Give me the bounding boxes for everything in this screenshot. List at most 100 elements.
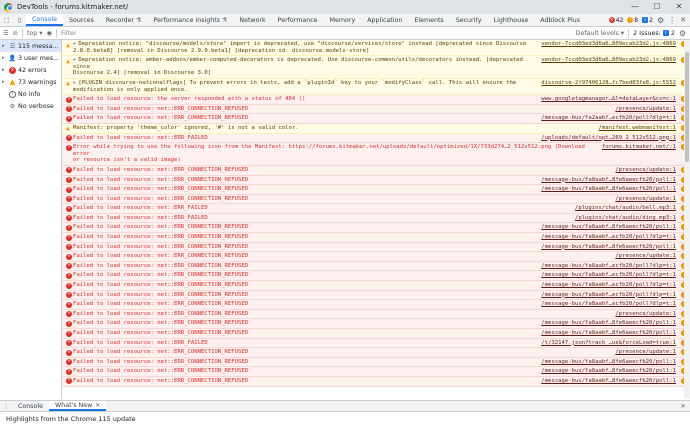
more-options-icon[interactable]: ⋮	[668, 16, 676, 25]
device-toolbar-icon[interactable]: ▯	[13, 14, 26, 26]
message-source-link[interactable]: /message-bus/fa8aabf…ecfb20/poll?dlp=t:1	[541, 262, 676, 271]
message-source-link[interactable]: /message-bus/fa8aabf…8fe6aeecfb20/poll:1	[541, 223, 676, 232]
console-message-warning[interactable]: ▲ ▸ Deprecation notice: ember-addons/ember…	[62, 56, 690, 79]
message-source-link[interactable]: /presence/update:1	[615, 166, 676, 175]
expand-arrow-icon[interactable]: ▸	[2, 43, 7, 49]
message-source-link[interactable]: forums.kitmaker.net/:1	[602, 143, 676, 165]
message-source-link[interactable]: /manifest.webmanifest:1	[599, 124, 676, 133]
console-message-warning[interactable]: ▲ ▸ Deprecation notice: "discourse/models/…	[62, 40, 690, 57]
message-source-link[interactable]: /message-bus/fa8aabf…8fe6aeecfb20/poll:1	[541, 176, 676, 185]
console-message-error[interactable]: × Failed to load resource: net::ERR_CONNE…	[62, 357, 690, 368]
tab-adblock-plus[interactable]: Adblock Plus	[534, 14, 586, 26]
tab-security[interactable]: Security	[450, 14, 488, 26]
console-message-error[interactable]: × Failed to load resource: net::ERR_CONNE…	[62, 329, 690, 339]
message-source-link[interactable]: /message-bus/fa8aabf…8fe6aeecfb20/poll:1	[541, 185, 676, 194]
sidebar-item-info[interactable]: i No info	[0, 88, 61, 100]
tab-recorder[interactable]: Recorder ⚗	[100, 14, 148, 26]
expand-arrow-icon[interactable]: ▸	[2, 55, 7, 61]
expand-caret-icon[interactable]: ▸	[73, 80, 76, 86]
close-tab-icon[interactable]: ✕	[95, 402, 100, 409]
live-expression-eye-icon[interactable]: ◉	[46, 30, 52, 37]
drawer-menu-icon[interactable]: ⋮	[0, 401, 12, 411]
tab-performance[interactable]: Performance	[272, 14, 324, 26]
expand-arrow-icon[interactable]: ▸	[2, 67, 7, 73]
expand-caret-icon[interactable]: ▸	[73, 41, 76, 47]
console-message-error[interactable]: × Failed to load resource: net::ERR_CONNE…	[62, 300, 690, 310]
sidebar-item-verbose[interactable]: ⚙ No verbose	[0, 100, 61, 112]
console-message-error[interactable]: × Failed to load resource: net::ERR_CONNE…	[62, 281, 690, 291]
context-selector[interactable]: top ▾	[27, 30, 43, 37]
filter-input[interactable]	[60, 28, 572, 38]
close-window-button[interactable]: ✕	[668, 0, 690, 14]
console-message-error[interactable]: × Failed to load resource: net::ERR_CONNE…	[62, 185, 690, 195]
info-count-badge[interactable]: i2	[642, 17, 653, 24]
console-message-error[interactable]: × Failed to load resource: net::ERR_CONNE…	[62, 376, 690, 387]
message-source-link[interactable]: /message-bus/fa8aabf…ecfb20/poll?dlp=t:1	[541, 300, 676, 309]
message-source-link[interactable]: /message-bus/fa8aabf…ecfb20/poll?dlp=t:1	[541, 281, 676, 290]
tab-memory[interactable]: Memory	[324, 14, 362, 26]
sidebar-item-error[interactable]: ▸ × 42 errors	[0, 64, 61, 76]
message-source-link[interactable]: /message-bus/fa2aabf…ecfb20/poll?dlp=t:1	[541, 114, 676, 123]
message-source-link[interactable]: /t/32147.json?track_…ue&forceLoad=true:1	[541, 339, 676, 348]
console-message-error[interactable]: × Error while trying to use the following…	[62, 143, 690, 166]
console-message-warning[interactable]: ▲ Manifest: property 'theme_color' ignore…	[62, 123, 690, 134]
scrollbar-thumb[interactable]	[685, 52, 689, 162]
console-message-error[interactable]: × Failed to load resource: net::ERR_CONNE…	[62, 271, 690, 282]
message-source-link[interactable]: /message-bus/fa8aabf…8fe6aeecfb20/poll:1	[541, 319, 676, 328]
message-source-link[interactable]: /message-bus/fa8aabf…8fe6aeecfb20/poll:1	[541, 329, 676, 338]
message-source-link[interactable]: /message-bus/fa8aabf…ecfb20/poll?dlp=t:1	[541, 271, 676, 280]
console-message-error[interactable]: × Failed to load resource: net::ERR_CONNE…	[62, 367, 690, 377]
sidebar-item-user[interactable]: ▸ 👤 3 user mes...	[0, 52, 61, 64]
message-source-link[interactable]: www.googletagmanager…&l=dataLayer&cx=c:1	[541, 95, 676, 104]
tab-lighthouse[interactable]: Lighthouse	[488, 14, 535, 26]
drawer-tab-what-s-new[interactable]: What's New ✕	[49, 401, 107, 411]
console-message-error[interactable]: × Failed to load resource: net::ERR_CONNE…	[62, 261, 690, 272]
sidebar-item-warning[interactable]: ▸ ▲ 73 warnings	[0, 76, 61, 88]
message-source-link[interactable]: /message-bus/fa8aabf…8fe6aeecfb20/poll:1	[541, 243, 676, 252]
tab-performance-insights[interactable]: Performance insights ⚗	[148, 14, 234, 26]
console-message-error[interactable]: × Failed to load resource: net::ERR_CONNE…	[62, 194, 690, 205]
console-message-error[interactable]: × Failed to load resource: net::ERR_FAILE…	[62, 204, 690, 214]
console-message-error[interactable]: × Failed to load resource: net::ERR_FAILE…	[62, 133, 690, 144]
log-levels-dropdown[interactable]: Default levels ▾	[576, 30, 624, 37]
warning-count-badge[interactable]: ! 8	[627, 17, 638, 24]
console-settings-gear-icon[interactable]: ⚙	[679, 29, 690, 38]
message-source-link[interactable]: /message-bus/fa8aabf…8fe6aeecfb20/poll:1	[541, 358, 676, 367]
tab-network[interactable]: Network	[233, 14, 271, 26]
console-scrollbar[interactable]	[684, 40, 690, 399]
console-message-error[interactable]: × Failed to load resource: net::ERR_CONNE…	[62, 175, 690, 186]
message-source-link[interactable]: /presence/update:1	[615, 195, 676, 204]
message-source-link[interactable]: /plugins/chat/audio/ding.mp3:1	[575, 214, 676, 223]
console-message-error[interactable]: × Failed to load resource: net::ERR_CONNE…	[62, 290, 690, 301]
tab-elements[interactable]: Elements	[408, 14, 449, 26]
message-source-link[interactable]: discourse-2f97406128…fc7bed03fe8.js:5552	[541, 79, 676, 94]
console-message-error[interactable]: × Failed to load resource: net::ERR_CONNE…	[62, 223, 690, 234]
console-message-error[interactable]: × Failed to load resource: net::ERR_CONNE…	[62, 104, 690, 115]
message-source-link[interactable]: /presence/update:1	[615, 348, 676, 357]
console-message-error[interactable]: × Failed to load resource: net::ERR_CONNE…	[62, 348, 690, 358]
tab-sources[interactable]: Sources	[63, 14, 100, 26]
inspect-element-icon[interactable]: ⬚	[0, 14, 13, 26]
message-source-link[interactable]: vendor-7ccd03ed3d6a6…809ecab23d2.js:4869	[541, 40, 676, 55]
sidebar-item-list[interactable]: ▸ ☰ 115 messa...	[0, 40, 61, 52]
tab-console[interactable]: Console	[26, 14, 63, 26]
console-message-error[interactable]: × Failed to load resource: net::ERR_CONNE…	[62, 233, 690, 243]
settings-gear-icon[interactable]: ⚙	[657, 16, 664, 25]
console-message-error[interactable]: × Failed to load resource: the server res…	[62, 95, 690, 105]
message-source-link[interactable]: /message-bus/fa8aabf…8fe6aeecfb20/poll:1	[541, 377, 676, 386]
message-source-link[interactable]: /message-bus/fa8aabf…ecfb20/poll?dlp=t:1	[541, 291, 676, 300]
message-source-link[interactable]: /plugins/chat/audio/bell.mp3:1	[575, 204, 676, 213]
message-source-link[interactable]: /presence/update:1	[615, 252, 676, 261]
expand-arrow-icon[interactable]: ▸	[2, 79, 7, 85]
console-message-error[interactable]: × Failed to load resource: net::ERR_CONNE…	[62, 114, 690, 124]
message-source-link[interactable]: /message-bus/fa8aabf…ecfb20/poll?dlp=t:1	[541, 233, 676, 242]
expand-caret-icon[interactable]: ▸	[73, 57, 76, 63]
sidebar-toggle-icon[interactable]: ☰	[3, 30, 9, 37]
clear-console-icon[interactable]: ⊘	[13, 30, 18, 37]
message-source-link[interactable]: /presence/update:1	[615, 105, 676, 114]
console-message-error[interactable]: × Failed to load resource: net::ERR_CONNE…	[62, 165, 690, 176]
close-devtools-icon[interactable]: ✕	[680, 16, 686, 24]
console-message-error[interactable]: × Failed to load resource: net::ERR_FAILE…	[62, 338, 690, 349]
console-message-error[interactable]: × Failed to load resource: net::ERR_CONNE…	[62, 242, 690, 253]
console-message-error[interactable]: × Failed to load resource: net::ERR_CONNE…	[62, 309, 690, 320]
